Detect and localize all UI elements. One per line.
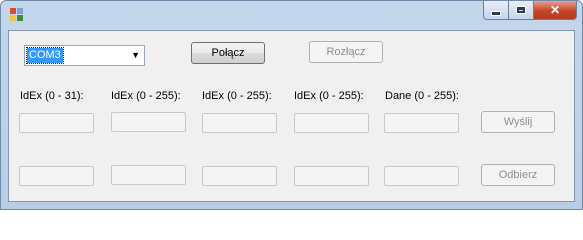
close-button[interactable]: ✕ [534, 1, 577, 20]
receive-idex-1-field[interactable] [111, 165, 186, 185]
receive-idex-0-31-field[interactable] [19, 166, 94, 186]
close-icon: ✕ [549, 3, 561, 17]
send-idex-0-31-field[interactable] [19, 113, 94, 133]
maximize-icon [516, 6, 526, 14]
minimize-icon [491, 10, 501, 16]
title-bar[interactable]: ✕ [1, 1, 582, 31]
data-label: Dane (0 - 255): [385, 90, 459, 102]
caption-buttons: ✕ [483, 1, 577, 20]
disconnect-button[interactable]: Rozłącz [309, 41, 383, 63]
send-button[interactable]: Wyślij [481, 111, 555, 133]
connect-button[interactable]: Połącz [191, 42, 265, 64]
form-app-icon[interactable] [10, 8, 24, 22]
form-client-area: COM3 ▼ Połącz Rozłącz IdEx (0 - 31): IdE… [8, 30, 575, 202]
receive-data-field[interactable] [384, 166, 459, 186]
minimize-button[interactable] [483, 1, 509, 20]
chevron-down-icon[interactable]: ▼ [131, 51, 140, 60]
idex-0-31-label: IdEx (0 - 31): [20, 90, 84, 102]
maximize-button[interactable] [509, 1, 534, 20]
send-idex-2-field[interactable] [202, 113, 277, 133]
port-combobox[interactable]: COM3 ▼ [24, 45, 145, 66]
send-idex-1-field[interactable] [111, 112, 186, 132]
idex-3-label: IdEx (0 - 255): [294, 90, 364, 102]
receive-idex-2-field[interactable] [202, 166, 277, 186]
receive-idex-3-field[interactable] [294, 166, 369, 186]
app-window: ✕ COM3 ▼ Połącz Rozłącz IdEx (0 - 31): I… [0, 0, 583, 210]
port-combobox-value: COM3 [26, 47, 64, 64]
send-data-field[interactable] [384, 113, 459, 133]
send-idex-3-field[interactable] [294, 113, 369, 133]
idex-1-label: IdEx (0 - 255): [111, 90, 181, 102]
idex-2-label: IdEx (0 - 255): [202, 90, 272, 102]
receive-button[interactable]: Odbierz [481, 164, 555, 186]
